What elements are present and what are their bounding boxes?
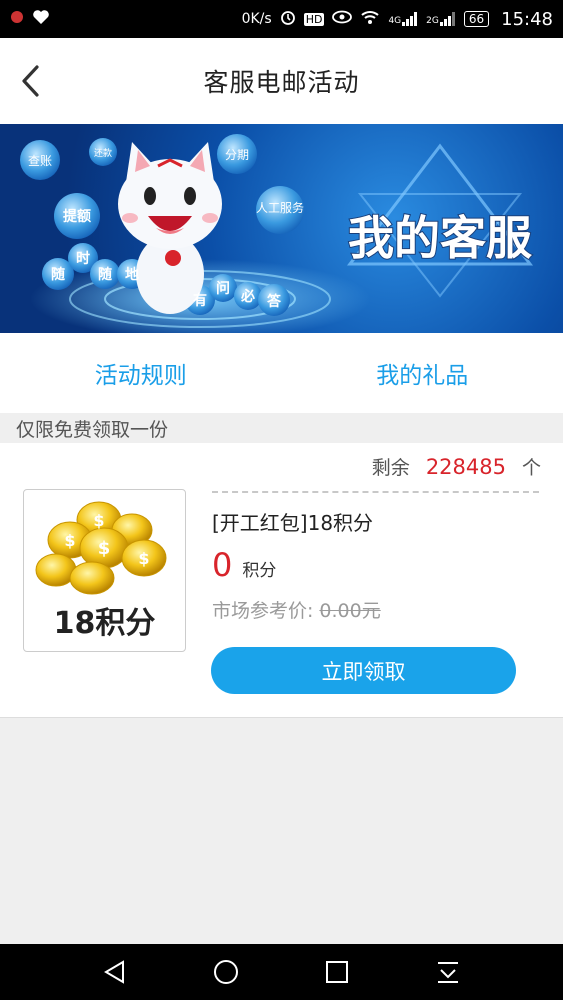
signal-4g-icon: 4G: [388, 12, 418, 26]
banner-art: 查账 还款 分期 提额 人工服务 随 时 随 地 有 问 必 答 我的客服: [20, 134, 534, 333]
svg-text:$: $: [138, 549, 149, 568]
remaining-label: 剩余: [371, 457, 410, 479]
square-recents-icon: [325, 961, 348, 983]
points-cost: 0 积分: [212, 546, 276, 584]
gift-card: 剩余 228485 个 $ $ $ $ 18积分 [开工红包]18积分 0 积分…: [0, 443, 563, 718]
app-notification-icon: [10, 9, 24, 29]
market-reference: 市场参考价: 0.00元: [212, 596, 381, 623]
svg-text:$: $: [93, 511, 104, 530]
points-unit: 积分: [242, 561, 277, 581]
svg-text:$: $: [64, 531, 75, 550]
points-value: 0: [212, 546, 233, 584]
promo-banner[interactable]: 查账 还款 分期 提额 人工服务 随 时 随 地 有 问 必 答 我的客服: [0, 124, 563, 333]
divider: [212, 491, 539, 493]
slogan-char: 答: [267, 293, 282, 310]
thumb-caption: 18积分: [53, 606, 156, 641]
slogan-char: 时: [76, 250, 90, 267]
nav-back-button[interactable]: [91, 948, 139, 996]
slogan-char: 地: [125, 266, 139, 283]
slogan-char: 有: [193, 292, 207, 309]
bubble-tie: 提额: [63, 208, 91, 225]
bubble-huankuan: 还款: [94, 147, 112, 159]
hd-icon: HD: [303, 12, 325, 26]
clock: 15:48: [501, 8, 553, 30]
slogan-char: 随: [98, 266, 112, 283]
net-speed: 0K/s: [241, 11, 272, 27]
activity-tabs: 活动规则 我的礼品: [0, 333, 563, 413]
section-label: 仅限免费领取一份: [0, 413, 563, 443]
bubble-chazhang: 查账: [28, 154, 52, 168]
gift-thumbnail[interactable]: $ $ $ $ 18积分: [23, 489, 186, 652]
remaining-stock: 剩余 228485 个: [372, 453, 541, 480]
battery-indicator: 66: [463, 11, 490, 27]
health-icon: [32, 9, 50, 30]
gold-coins-icon: $ $ $ $: [35, 501, 167, 595]
alarm-icon: [280, 9, 296, 29]
tab-my-gifts[interactable]: 我的礼品: [282, 333, 563, 413]
claim-button[interactable]: 立即领取: [211, 647, 516, 694]
nav-home-button[interactable]: [202, 948, 250, 996]
bubble-fenqi: 分期: [225, 148, 249, 162]
banner-headline: 我的客服: [348, 211, 532, 265]
back-arrow-icon: [22, 65, 39, 97]
circle-home-icon: [214, 960, 239, 984]
signal-2g-icon: 2G: [426, 12, 456, 26]
gift-name[interactable]: [开工红包]18积分: [212, 507, 373, 536]
slogan-char: 必: [240, 288, 255, 305]
page-title: 客服电邮活动: [203, 68, 360, 97]
remaining-unit: 个: [521, 457, 541, 479]
pull-down-icon: [437, 962, 458, 983]
slogan-char: 随: [51, 266, 65, 283]
system-nav-bar: [0, 944, 563, 1000]
remaining-count: 228485: [425, 455, 506, 479]
svg-text:$: $: [98, 538, 111, 559]
app-header: 客服电邮活动: [0, 38, 563, 124]
slogan-char: 问: [216, 280, 230, 297]
wifi-icon: [360, 9, 380, 29]
market-label: 市场参考价:: [212, 600, 314, 622]
bubble-rengong: 人工服务: [256, 200, 304, 215]
status-bar: 0K/s HD 4G 2G 66 15:48: [0, 0, 563, 38]
market-price: 0.00元: [319, 600, 381, 622]
nav-recents-button[interactable]: [313, 948, 361, 996]
tab-activity-rules[interactable]: 活动规则: [0, 333, 282, 413]
eye-icon: [332, 10, 353, 28]
back-button[interactable]: [10, 59, 50, 103]
triangle-back-icon: [104, 960, 125, 984]
nav-notification-button[interactable]: [424, 948, 472, 996]
